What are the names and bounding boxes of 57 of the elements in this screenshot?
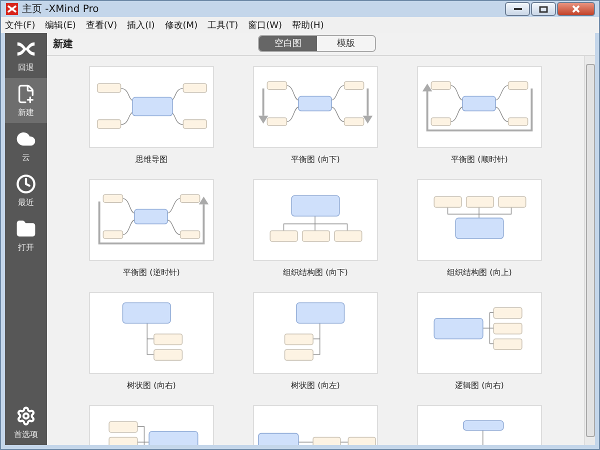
template-card[interactable]	[253, 66, 378, 148]
window-title: 主页 -XMind Pro	[22, 2, 99, 16]
menu-item[interactable]: 插入(I)	[127, 18, 155, 32]
menu-item[interactable]: 查看(V)	[86, 18, 118, 32]
close-icon	[572, 5, 580, 13]
template-card[interactable]	[253, 292, 378, 374]
new-file-icon	[16, 84, 36, 104]
template-label: 平衡图 (向下)	[291, 154, 340, 165]
maximize-icon	[539, 6, 548, 12]
sidebar-item[interactable]: 最近	[5, 168, 47, 213]
sidebar-item[interactable]: 新建	[5, 78, 47, 123]
template-card[interactable]	[89, 179, 214, 261]
sidebar-label: 最近	[18, 197, 34, 208]
tab[interactable]: 空白图	[259, 36, 317, 51]
scrollbar[interactable]	[584, 56, 595, 445]
menu-item[interactable]: 工具(T)	[208, 18, 238, 32]
template-card[interactable]	[89, 66, 214, 148]
template-label: 思维导图	[136, 154, 168, 165]
template-label: 平衡图 (逆时针)	[123, 267, 180, 278]
folder-icon	[16, 219, 36, 239]
app-logo-icon	[6, 3, 18, 15]
menu-item[interactable]: 编辑(E)	[45, 18, 76, 32]
diagram-drawing	[463, 420, 504, 445]
tree-chart-drawing	[284, 302, 345, 361]
sidebar-label: 打开	[18, 242, 34, 253]
scrollbar-thumb[interactable]	[586, 64, 594, 437]
template-label: 组织结构图 (向上)	[447, 267, 512, 278]
sidebar-item[interactable]: 回退	[5, 33, 47, 78]
maximize-button[interactable]	[531, 2, 556, 16]
page-title: 新建	[53, 37, 73, 51]
minimize-icon	[514, 7, 522, 11]
close-button[interactable]	[557, 2, 595, 16]
template-label: 树状图 (向左)	[291, 380, 340, 391]
menu-item[interactable]: 帮助(H)	[292, 18, 324, 32]
template-card[interactable]	[253, 179, 378, 261]
settings-icon	[16, 406, 36, 426]
template-card[interactable]	[417, 292, 542, 374]
sidebar-label: 云	[22, 152, 30, 163]
clock-icon	[16, 174, 36, 194]
minimize-button[interactable]	[505, 2, 530, 16]
sidebar-item[interactable]: 云	[5, 123, 47, 168]
template-label: 树状图 (向右)	[127, 380, 176, 391]
sidebar-item[interactable]: 打开	[5, 213, 47, 258]
menu-item[interactable]: 文件(F)	[5, 18, 36, 32]
sidebar-label: 首选项	[14, 429, 38, 440]
template-card[interactable]	[89, 292, 214, 374]
menu-item[interactable]: 窗口(W)	[248, 18, 282, 32]
template-label: 组织结构图 (向下)	[283, 267, 348, 278]
sidebar-label: 回退	[18, 62, 34, 73]
template-card[interactable]	[417, 179, 542, 261]
sidebar-label: 新建	[18, 107, 34, 118]
template-label: 平衡图 (顺时针)	[451, 154, 508, 165]
preferences-item[interactable]: 首选项	[5, 400, 47, 445]
tree-chart-drawing	[122, 302, 183, 361]
menu-item[interactable]: 修改(M)	[164, 18, 198, 32]
template-label: 逻辑图 (向右)	[455, 380, 504, 391]
template-card[interactable]	[417, 66, 542, 148]
